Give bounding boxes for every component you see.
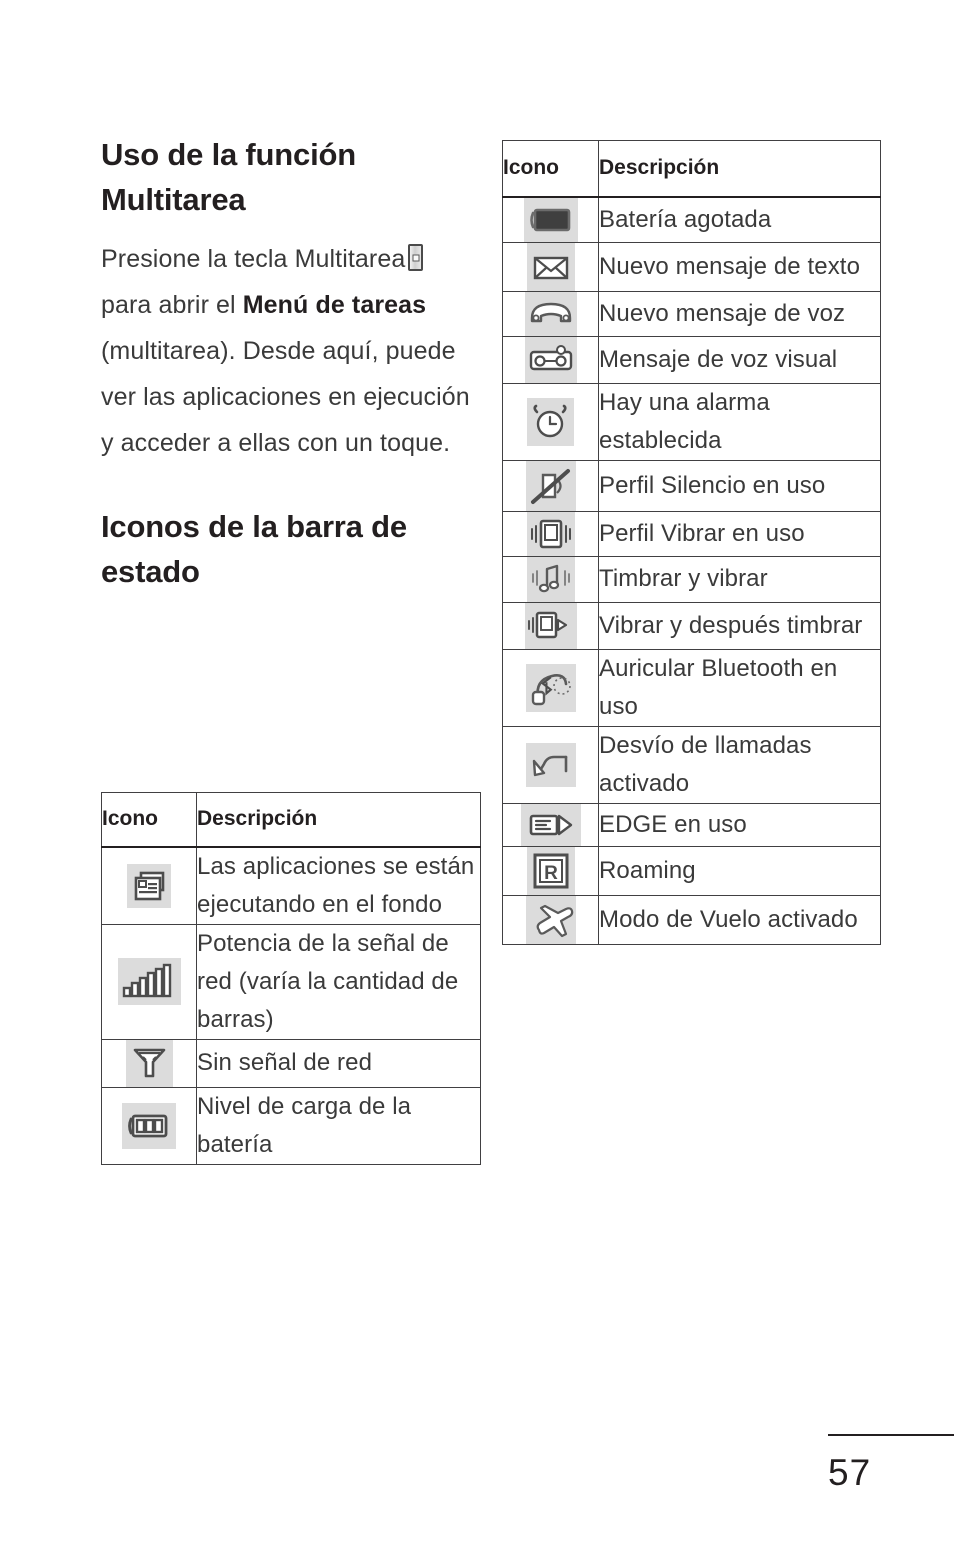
description-cell: Timbrar y vibrar	[598, 555, 881, 603]
table-header-row: Icono Descripción	[502, 140, 881, 198]
body-text-part-1: Presione la tecla Multitarea	[101, 245, 406, 273]
description-cell: Modo de Vuelo activado	[598, 894, 881, 945]
description-cell: Perfil Vibrar en uso	[598, 510, 881, 557]
table-row: Sin señal de red	[101, 1038, 481, 1088]
icon-cell	[101, 1038, 197, 1088]
table-row: Potencia de la señal de red (varía la ca…	[101, 923, 481, 1040]
status-bar-icons-table-right: Icono Descripción Batería agotada Nuevo …	[502, 140, 881, 945]
description-cell: Sin señal de red	[196, 1038, 481, 1088]
table-header-row: Icono Descripción	[101, 792, 481, 848]
battery-empty-icon	[523, 197, 578, 242]
vibrate-profile-icon	[526, 511, 575, 556]
icon-cell	[502, 510, 599, 557]
description-cell: Nivel de carga de la batería	[196, 1086, 481, 1165]
description-cell: Desvío de llamadas activado	[598, 725, 881, 804]
page-title-multitarea: Uso de la función Multitarea	[101, 137, 356, 217]
svg-text:R: R	[544, 863, 558, 884]
page-title-iconos: Iconos de la barra de estado	[101, 509, 407, 589]
table-row: EDGE en uso	[502, 802, 881, 847]
status-bar-icons-table-left: Icono Descripción Las aplicaciones se es…	[101, 792, 481, 1165]
signal-strength-icon	[117, 958, 181, 1005]
multitask-key-icon	[408, 244, 424, 271]
body-text-part-3: (multitarea). Desde aquí, puede ver las …	[101, 337, 470, 457]
table-row: Timbrar y vibrar	[502, 555, 881, 603]
body-paragraph: Presione la tecla Multitarea para abrir …	[101, 236, 483, 466]
vibrate-then-ring-icon	[524, 602, 577, 649]
icon-cell: R	[502, 845, 599, 896]
page-number: 57	[828, 1452, 872, 1493]
visual-voicemail-icon	[524, 336, 577, 383]
battery-level-icon	[122, 1102, 176, 1149]
call-forwarding-icon	[525, 742, 576, 787]
description-cell: Las aplicaciones se están ejecutando en …	[196, 846, 481, 925]
icon-cell	[502, 196, 599, 243]
new-voice-message-icon	[524, 291, 577, 336]
icon-cell	[101, 923, 197, 1040]
description-cell: Roaming	[598, 845, 881, 896]
column-header-icono: Icono	[101, 792, 197, 848]
description-cell: Perfil Silencio en uso	[598, 459, 881, 512]
alarm-clock-icon	[527, 397, 574, 446]
icon-cell	[502, 802, 599, 847]
icon-cell	[502, 648, 599, 727]
table-row: Nivel de carga de la batería	[101, 1086, 481, 1165]
description-cell: EDGE en uso	[598, 802, 881, 847]
no-signal-icon	[125, 1039, 173, 1087]
icon-cell	[502, 335, 599, 384]
table-row: Perfil Silencio en uso	[502, 459, 881, 512]
icon-cell	[502, 601, 599, 650]
description-cell: Batería agotada	[598, 196, 881, 243]
left-column: Uso de la función Multitarea Presione la…	[101, 132, 483, 594]
table-row: R Roaming	[502, 845, 881, 896]
column-header-descripcion: Descripción	[196, 792, 481, 848]
description-cell: Nuevo mensaje de voz	[598, 290, 881, 337]
icon-cell	[502, 555, 599, 603]
description-cell: Potencia de la señal de red (varía la ca…	[196, 923, 481, 1040]
table-row: Vibrar y después timbrar	[502, 601, 881, 650]
icon-cell	[101, 1086, 197, 1165]
icon-cell	[502, 894, 599, 945]
table-row: Modo de Vuelo activado	[502, 894, 881, 945]
roaming-icon: R	[526, 846, 575, 895]
edge-icon	[520, 803, 581, 846]
body-text-part-2: para abrir el	[101, 291, 243, 319]
manual-page: Uso de la función Multitarea Presione la…	[0, 0, 954, 1557]
icon-cell	[502, 241, 599, 292]
description-cell: Mensaje de voz visual	[598, 335, 881, 384]
table-row: Batería agotada	[502, 196, 881, 243]
table-row: Mensaje de voz visual	[502, 335, 881, 384]
description-cell: Nuevo mensaje de texto	[598, 241, 881, 292]
description-cell: Hay una alarma establecida	[598, 382, 881, 461]
new-text-message-icon	[526, 242, 575, 291]
table-row: Nuevo mensaje de texto	[502, 241, 881, 292]
table-row: Hay una alarma establecida	[502, 382, 881, 461]
icon-cell	[101, 846, 197, 925]
footer-divider	[828, 1434, 954, 1436]
column-header-descripcion: Descripción	[598, 140, 881, 198]
ring-and-vibrate-icon	[526, 556, 575, 602]
body-text-bold: Menú de tareas	[242, 291, 427, 319]
running-apps-icon	[127, 863, 171, 908]
silent-profile-icon	[525, 460, 576, 511]
table-row: Desvío de llamadas activado	[502, 725, 881, 804]
description-cell: Auricular Bluetooth en uso	[598, 648, 881, 727]
icon-cell	[502, 290, 599, 337]
column-header-icono: Icono	[502, 140, 599, 198]
icon-cell	[502, 459, 599, 512]
airplane-mode-icon	[525, 895, 576, 944]
table-row: Perfil Vibrar en uso	[502, 510, 881, 557]
table-row: Las aplicaciones se están ejecutando en …	[101, 846, 481, 925]
table-row: Nuevo mensaje de voz	[502, 290, 881, 337]
icon-cell	[502, 725, 599, 804]
table-row: Auricular Bluetooth en uso	[502, 648, 881, 727]
description-cell: Vibrar y después timbrar	[598, 601, 881, 650]
bluetooth-headset-icon	[525, 663, 576, 712]
icon-cell	[502, 382, 599, 461]
